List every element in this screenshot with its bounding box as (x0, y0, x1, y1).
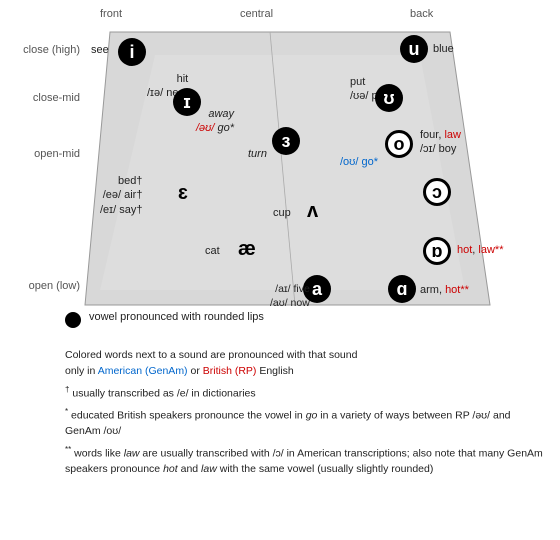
word-see: see (91, 43, 109, 57)
vowel-chart: front central back close (high) close-mi… (0, 0, 560, 330)
legend: vowel pronounced with rounded lips (65, 310, 264, 328)
word-five-now: /aɪ/ five/aʊ/ now (270, 283, 310, 310)
token-epsilon: ɛ (178, 182, 188, 205)
note-dagger: † usually transcribed as /e/ in dictiona… (65, 384, 545, 402)
note-american: American (GenAm) (98, 365, 188, 377)
token-o: o (385, 130, 413, 158)
close-high-label: close (high) (0, 44, 80, 56)
word-cup: cup (273, 206, 291, 220)
close-mid-label: close-mid (0, 92, 80, 104)
token-i: i (118, 38, 146, 66)
word-away: away/əʊ/ go* (196, 107, 234, 136)
token-upsilon: ʊ (375, 84, 403, 112)
front-label: front (100, 8, 122, 20)
central-label: central (240, 8, 273, 20)
note-british: British (RP) (203, 365, 257, 377)
legend-text: vowel pronounced with rounded lips (89, 310, 264, 325)
legend-circle-icon (65, 312, 81, 328)
word-arm: arm, hot** (420, 283, 469, 297)
open-low-label: open (low) (0, 280, 80, 292)
token-wedge: ʌ (307, 200, 318, 223)
back-label: back (410, 8, 433, 20)
word-go-genAm: /oʊ/ go* (340, 155, 378, 169)
note-double-star: ** words like law are usually transcribe… (65, 444, 545, 478)
token-ash: æ (238, 238, 256, 261)
token-open-oe: ɒ (423, 237, 451, 265)
note-star: * educated British speakers pronounce th… (65, 406, 545, 440)
word-bed: bed†/eə/ air†/eɪ/ say† (100, 174, 142, 217)
word-turn: turn (248, 147, 267, 161)
open-mid-label: open-mid (0, 148, 80, 160)
notes-area: Colored words next to a sound are pronou… (65, 348, 545, 482)
word-four: four, law/ɔɪ/ boy (420, 128, 461, 157)
token-schwa-r: ɜ (272, 127, 300, 155)
word-blue: blue (433, 42, 454, 56)
note-colored-words: Colored words next to a sound are pronou… (65, 348, 545, 380)
token-u: u (400, 35, 428, 63)
chart-background (0, 0, 560, 330)
token-a-back: ɑ (388, 275, 416, 303)
word-cat: cat (205, 244, 220, 258)
word-hot: hot, law** (457, 243, 504, 257)
token-open-o: ɔ (423, 178, 451, 206)
